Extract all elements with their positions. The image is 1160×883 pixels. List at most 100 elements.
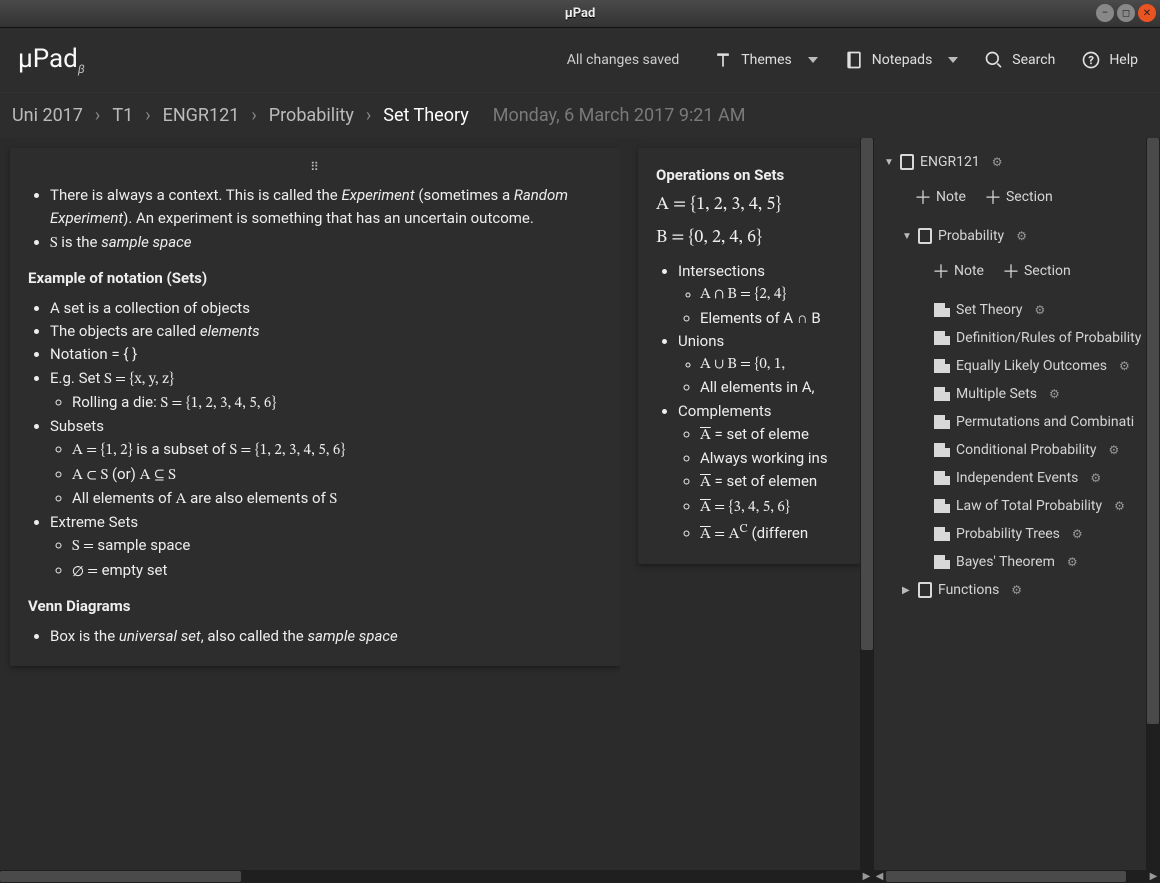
expand-icon[interactable]: ▶ — [902, 585, 912, 596]
notebook-icon — [844, 50, 864, 70]
book-icon — [918, 582, 932, 598]
tree-page[interactable]: Permutations and Combinati — [874, 408, 1160, 436]
page-icon — [934, 499, 950, 513]
help-button[interactable]: Help — [1077, 44, 1142, 76]
tree-page-set-theory[interactable]: Set Theory⚙ — [874, 296, 1160, 324]
scroll-right-icon[interactable]: ▶ — [860, 870, 873, 883]
scroll-left-icon[interactable]: ◀ — [873, 870, 886, 883]
add-section-button[interactable]: ＋Section — [984, 184, 1053, 210]
breadcrumb-item[interactable]: Uni 2017 — [12, 105, 83, 126]
page-icon — [934, 415, 950, 429]
page-icon — [934, 527, 950, 541]
close-button[interactable]: ✕ — [1138, 4, 1156, 22]
note-canvas[interactable]: Operations on Sets A = {1, 2, 3, 4, 5} B… — [620, 138, 860, 870]
gear-icon[interactable]: ⚙ — [1119, 359, 1130, 373]
note-line: S = sample space — [72, 534, 602, 558]
tree-page[interactable]: Bayes' Theorem⚙ — [874, 548, 1160, 576]
note-heading: Example of notation (Sets) — [28, 269, 602, 287]
gear-icon[interactable]: ⚙ — [1034, 303, 1045, 317]
tree-page[interactable]: Law of Total Probability⚙ — [874, 492, 1160, 520]
gear-icon[interactable]: ⚙ — [1114, 499, 1125, 513]
plus-icon: ＋ — [984, 184, 1002, 210]
book-icon — [900, 154, 914, 170]
breadcrumb-item[interactable]: Probability — [269, 105, 354, 126]
breadcrumb-item[interactable]: T1 — [112, 105, 133, 126]
plus-icon: ＋ — [914, 184, 932, 210]
tree-page[interactable]: Equally Likely Outcomes⚙ — [874, 352, 1160, 380]
collapse-icon[interactable]: ▼ — [884, 157, 894, 168]
gear-icon[interactable]: ⚙ — [1109, 443, 1120, 457]
note-line: A = set of eleme — [700, 423, 842, 447]
canvas-scrollbar-horizontal[interactable] — [0, 870, 860, 883]
chevron-right-icon: › — [95, 105, 100, 126]
add-section-button[interactable]: ＋Section — [1002, 258, 1071, 284]
page-icon — [934, 387, 950, 401]
page-icon — [934, 555, 950, 569]
maximize-button[interactable]: ◻ — [1117, 4, 1135, 22]
gear-icon[interactable]: ⚙ — [992, 155, 1003, 169]
scroll-right-icon[interactable]: ▶ — [1147, 870, 1160, 883]
gear-icon[interactable]: ⚙ — [1016, 229, 1027, 243]
themes-menu[interactable]: Themes — [709, 44, 821, 76]
tree-label: Probability Trees — [956, 526, 1060, 542]
tree-label: Probability — [938, 228, 1004, 244]
page-icon — [934, 471, 950, 485]
note-card[interactable]: ⠿ There is always a context. This is cal… — [10, 148, 620, 666]
note-line: A ∪ B = {0, 1, — [700, 353, 842, 376]
sidebar-scrollbar-horizontal[interactable] — [886, 870, 1147, 883]
scrollbar-thumb[interactable] — [861, 138, 873, 650]
book-icon — [918, 228, 932, 244]
tree-label: Independent Events — [956, 470, 1078, 486]
plus-icon: ＋ — [932, 258, 950, 284]
note-line: E.g. Set S = {x, y, z} Rolling a die: S … — [50, 367, 602, 416]
chevron-right-icon: › — [366, 105, 371, 126]
note-line: A ∩ B = {2, 4} — [700, 283, 842, 306]
brand-name: µPad — [18, 44, 78, 74]
gear-icon[interactable]: ⚙ — [1067, 555, 1078, 569]
format-icon — [713, 50, 733, 70]
window-titlebar: µPad – ◻ ✕ — [0, 0, 1160, 28]
tree-label: Multiple Sets — [956, 386, 1037, 402]
page-icon — [934, 443, 950, 457]
note-line: Subsets A = {1, 2} is a subset of S = {1… — [50, 415, 602, 511]
add-note-button[interactable]: ＋Note — [932, 258, 984, 284]
page-icon — [934, 303, 950, 317]
note-equation: B = {0, 2, 4, 6} — [656, 227, 842, 250]
main-area: ⠿ There is always a context. This is cal… — [0, 138, 1160, 870]
gear-icon[interactable]: ⚙ — [1049, 387, 1060, 401]
minimize-button[interactable]: – — [1096, 4, 1114, 22]
note-card[interactable]: Operations on Sets A = {1, 2, 3, 4, 5} B… — [638, 148, 860, 564]
tree-section-engr121[interactable]: ▼ ENGR121 ⚙ — [874, 148, 1160, 176]
gear-icon[interactable]: ⚙ — [1072, 527, 1083, 541]
scrollbar-thumb[interactable] — [0, 871, 241, 882]
drag-handle-icon[interactable]: ⠿ — [28, 160, 602, 174]
tree-section-functions[interactable]: ▶ Functions ⚙ — [874, 576, 1160, 604]
note-line: A set is a collection of objects — [50, 297, 602, 320]
chevron-down-icon — [948, 57, 958, 63]
tree-page[interactable]: Probability Trees ⚙ — [874, 520, 1160, 548]
scrollbar-thumb[interactable] — [886, 871, 1126, 882]
canvas-scrollbar-vertical[interactable] — [860, 138, 874, 870]
collapse-icon[interactable]: ▼ — [902, 231, 912, 242]
gear-icon[interactable]: ⚙ — [1011, 583, 1022, 597]
app-brand[interactable]: µPadβ — [18, 44, 85, 76]
notepads-menu[interactable]: Notepads — [840, 44, 963, 76]
search-button[interactable]: Search — [980, 44, 1059, 76]
breadcrumb-item[interactable]: ENGR121 — [163, 105, 240, 126]
tree-page[interactable]: Multiple Sets ⚙ — [874, 380, 1160, 408]
tree-section-probability[interactable]: ▼ Probability ⚙ — [874, 222, 1160, 250]
sidebar-scrollbar-vertical[interactable] — [1146, 138, 1160, 870]
tree-page[interactable]: Conditional Probability⚙ — [874, 436, 1160, 464]
page-icon — [934, 331, 950, 345]
tree-page[interactable]: Definition/Rules of Probability — [874, 324, 1160, 352]
tree-page[interactable]: Independent Events ⚙ — [874, 464, 1160, 492]
notebook-tree: ▼ ENGR121 ⚙ ＋Note ＋Section ▼ Probability… — [874, 138, 1160, 870]
note-line: All elements of A are also elements of S — [72, 487, 602, 511]
add-note-button[interactable]: ＋Note — [914, 184, 966, 210]
note-canvas[interactable]: ⠿ There is always a context. This is cal… — [0, 138, 620, 870]
note-line: Complements A = set of eleme Always work… — [678, 400, 842, 547]
gear-icon[interactable]: ⚙ — [1090, 471, 1101, 485]
window-title: µPad — [565, 6, 596, 21]
scrollbar-thumb[interactable] — [1147, 138, 1159, 724]
help-icon — [1081, 50, 1101, 70]
